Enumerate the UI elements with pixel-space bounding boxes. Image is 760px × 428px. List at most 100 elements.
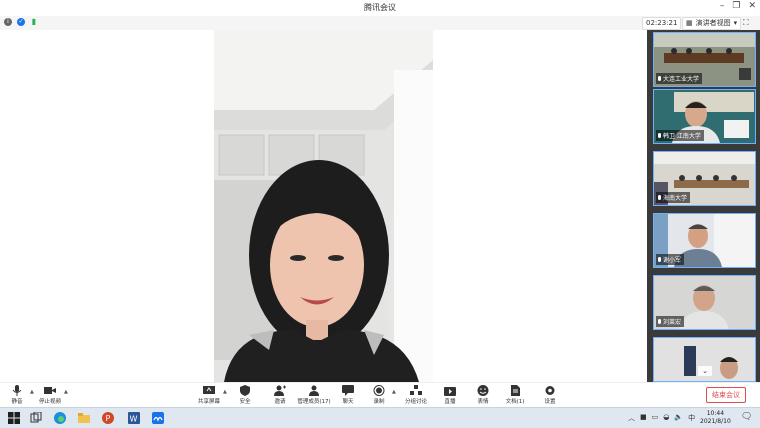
edge-browser-icon[interactable] bbox=[54, 412, 66, 424]
participant-name: 谢小军 bbox=[663, 257, 682, 264]
participant-name: 海南大学 bbox=[663, 195, 688, 202]
window-controls: – ❐ ✕ bbox=[720, 1, 756, 11]
battery-icon[interactable]: ▭ bbox=[652, 413, 659, 423]
gear-icon bbox=[545, 386, 555, 395]
chevron-down-icon: ▾ bbox=[733, 19, 738, 27]
main-video-area bbox=[0, 30, 647, 382]
stop-video-button[interactable]: 停止视频 bbox=[38, 385, 62, 405]
notification-icon[interactable]: 🗨 bbox=[741, 412, 752, 422]
docs-button[interactable]: 文档(1) bbox=[505, 385, 525, 405]
share-screen-icon bbox=[203, 386, 215, 394]
stop-video-label: 停止视频 bbox=[38, 399, 61, 405]
minimize-icon[interactable]: – bbox=[720, 1, 725, 11]
window-title: 腾讯会议 bbox=[364, 3, 396, 12]
end-meeting-button[interactable]: 结束会议 bbox=[706, 387, 746, 403]
participant-name: 刘莱宏 bbox=[663, 319, 682, 326]
camera-icon bbox=[44, 387, 56, 394]
signal-icon[interactable]: ▮ bbox=[30, 18, 38, 26]
mic-icon bbox=[658, 319, 661, 324]
file-explorer-icon[interactable] bbox=[78, 412, 90, 424]
shield-icon[interactable]: ✓ bbox=[17, 18, 25, 26]
participant-tile[interactable]: 谢小军 bbox=[653, 213, 756, 268]
participant-strip: 大连工业大学 韩卫 江南大学 海南大学 谢小军 刘莱宏 ⌄ bbox=[647, 30, 760, 382]
fullscreen-icon[interactable]: ⛶ bbox=[743, 18, 749, 28]
chevron-down-icon[interactable]: ⌄ bbox=[698, 366, 712, 376]
grid-icon: ▦ bbox=[686, 19, 693, 27]
mic-icon bbox=[658, 133, 661, 138]
speaker-video bbox=[214, 30, 433, 382]
info-icon[interactable]: i bbox=[4, 18, 12, 26]
meeting-toolbar: 静音 ▲ 停止视频 ▲ 共享屏幕 ▲ 安全 邀请 管理成员(17) 聊天 录制 … bbox=[0, 382, 760, 408]
clock-time: 10:44 bbox=[706, 410, 725, 417]
participant-tile[interactable]: 刘莱宏 bbox=[653, 275, 756, 330]
os-taskbar: P W ︿ ■ ▭ ◒ 🔈 中 10:44 2021/8/10 🗨 bbox=[0, 407, 760, 428]
live-button[interactable]: 直播 bbox=[442, 385, 458, 405]
participant-tile[interactable]: 大连工业大学 bbox=[653, 32, 756, 87]
task-view-icon[interactable] bbox=[30, 412, 42, 424]
close-icon[interactable]: ✕ bbox=[748, 1, 756, 11]
chevron-up-icon[interactable]: ︿ bbox=[628, 413, 635, 423]
powerpoint-icon[interactable]: P bbox=[102, 412, 114, 424]
system-clock[interactable]: 10:44 2021/8/10 bbox=[700, 410, 731, 426]
input-method[interactable]: 中 bbox=[688, 413, 695, 423]
microphone-icon bbox=[12, 385, 22, 396]
shield-icon bbox=[240, 385, 250, 396]
settings-label: 设置 bbox=[544, 399, 556, 405]
participant-label: 大连工业大学 bbox=[656, 73, 703, 84]
docs-label: 文档(1) bbox=[505, 399, 525, 405]
manage-members-button[interactable]: 管理成员(17) bbox=[296, 385, 332, 405]
mute-button[interactable]: 静音 bbox=[8, 385, 26, 405]
settings-button[interactable]: 设置 bbox=[542, 385, 558, 405]
invite-button[interactable]: 邀请 bbox=[272, 385, 288, 405]
restore-icon[interactable]: ❐ bbox=[732, 1, 740, 11]
document-icon bbox=[511, 385, 520, 396]
volume-icon[interactable]: 🔈 bbox=[674, 413, 683, 423]
share-options-caret[interactable]: ▲ bbox=[223, 389, 227, 395]
participant-label: 海南大学 bbox=[656, 192, 691, 203]
reactions-label: 表情 bbox=[477, 399, 489, 405]
invite-label: 邀请 bbox=[274, 399, 286, 405]
live-label: 直播 bbox=[444, 399, 456, 405]
record-label: 录制 bbox=[373, 399, 385, 405]
security-label: 安全 bbox=[239, 399, 251, 405]
tencent-meeting-icon[interactable] bbox=[152, 412, 164, 424]
record-button[interactable]: 录制 bbox=[371, 385, 387, 405]
record-options-caret[interactable]: ▲ bbox=[392, 389, 396, 395]
participant-name: 韩卫 江南大学 bbox=[663, 133, 701, 140]
windows-start-icon[interactable] bbox=[8, 412, 20, 424]
svg-text:W: W bbox=[130, 415, 138, 424]
breakout-button[interactable]: 分组讨论 bbox=[404, 385, 428, 405]
title-bar: 腾讯会议 – ❐ ✕ bbox=[0, 0, 760, 17]
share-screen-button[interactable]: 共享屏幕 bbox=[197, 385, 221, 405]
chat-icon bbox=[342, 385, 354, 396]
participant-tile[interactable]: 海南大学 bbox=[653, 151, 756, 206]
clock-date: 2021/8/10 bbox=[700, 418, 731, 425]
participant-label: 韩卫 江南大学 bbox=[656, 130, 704, 141]
network-icon[interactable]: ◒ bbox=[663, 413, 669, 423]
participant-label: 刘莱宏 bbox=[656, 316, 685, 327]
participant-tile[interactable]: ⌄ bbox=[653, 337, 756, 382]
word-icon[interactable]: W bbox=[128, 412, 140, 424]
view-label: 演讲者视图 bbox=[695, 19, 731, 27]
mute-options-caret[interactable]: ▲ bbox=[30, 389, 34, 395]
participant-label: 谢小军 bbox=[656, 254, 685, 265]
live-icon bbox=[444, 387, 456, 396]
view-selector[interactable]: ▦ 演讲者视图 ▾ bbox=[682, 17, 742, 30]
reactions-button[interactable]: 表情 bbox=[475, 385, 491, 405]
breakout-label: 分组讨论 bbox=[404, 399, 427, 405]
mic-icon bbox=[658, 257, 661, 262]
chat-label: 聊天 bbox=[342, 399, 354, 405]
mute-label: 静音 bbox=[11, 399, 23, 405]
record-icon bbox=[373, 385, 385, 396]
system-tray: ︿ ■ ▭ ◒ 🔈 中 bbox=[628, 413, 695, 423]
tray-app-icon[interactable]: ■ bbox=[640, 413, 647, 423]
security-button[interactable]: 安全 bbox=[237, 385, 253, 405]
chat-button[interactable]: 聊天 bbox=[340, 385, 356, 405]
svg-text:P: P bbox=[106, 414, 111, 423]
mic-icon bbox=[658, 195, 661, 200]
participant-tile[interactable]: 韩卫 江南大学 bbox=[653, 89, 756, 144]
members-icon bbox=[309, 385, 319, 396]
video-options-caret[interactable]: ▲ bbox=[64, 389, 68, 395]
add-user-icon bbox=[274, 385, 286, 396]
meeting-status-bar: i ✓ ▮ 02:23:21 ▦ 演讲者视图 ▾ ⛶ bbox=[0, 16, 760, 30]
